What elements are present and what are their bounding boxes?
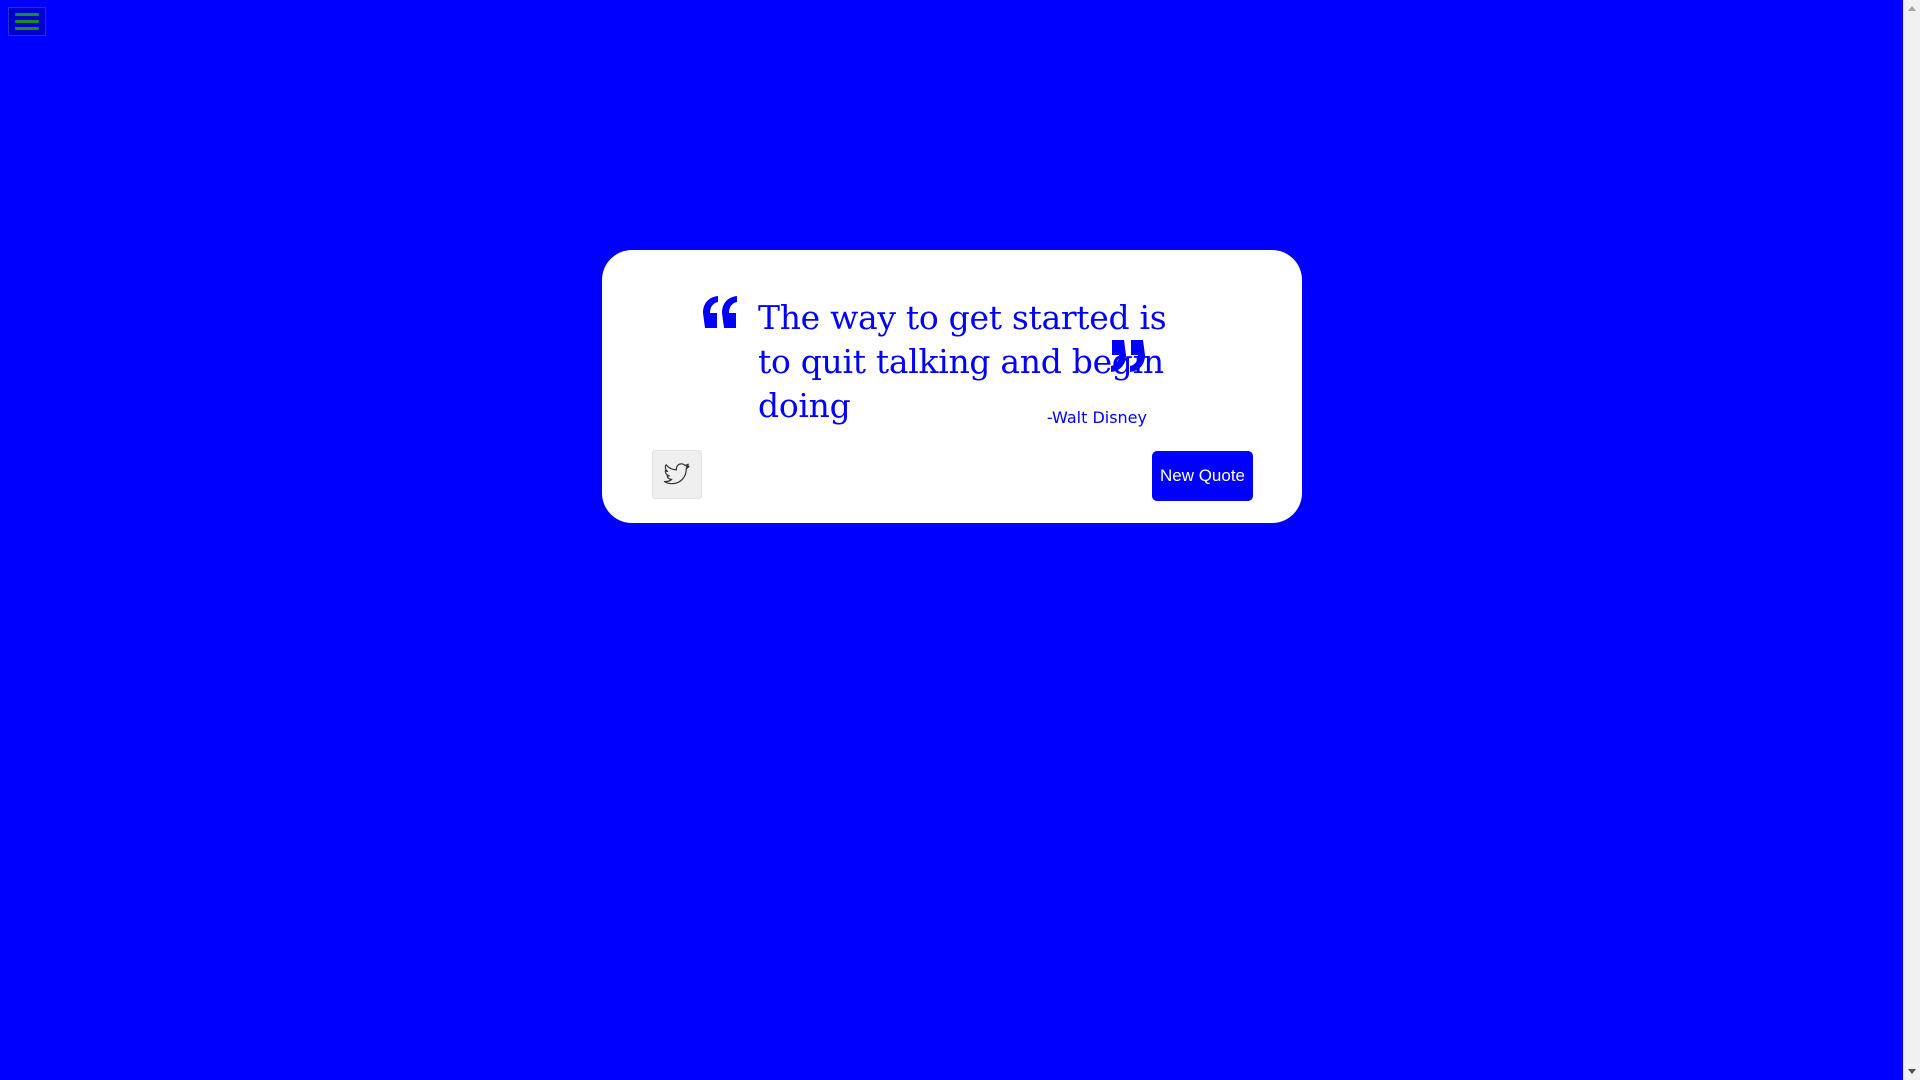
quote-author: -Walt Disney bbox=[1046, 408, 1147, 427]
menu-bar-bottom bbox=[15, 27, 39, 30]
twitter-bird-icon bbox=[663, 462, 690, 484]
scroll-down-arrow-icon[interactable] bbox=[1904, 1063, 1920, 1080]
quote-card: The way to get started is to quit talkin… bbox=[602, 250, 1302, 523]
tweet-button[interactable] bbox=[652, 450, 702, 499]
open-quote-icon bbox=[703, 296, 737, 328]
vertical-scrollbar[interactable] bbox=[1903, 0, 1920, 1080]
menu-bar-middle bbox=[15, 20, 39, 23]
new-quote-button[interactable]: New Quote bbox=[1152, 451, 1253, 501]
hamburger-menu-button[interactable] bbox=[8, 7, 46, 36]
scroll-up-arrow-icon[interactable] bbox=[1904, 0, 1920, 17]
menu-bar-top bbox=[15, 13, 39, 16]
close-quote-icon bbox=[1111, 340, 1145, 372]
